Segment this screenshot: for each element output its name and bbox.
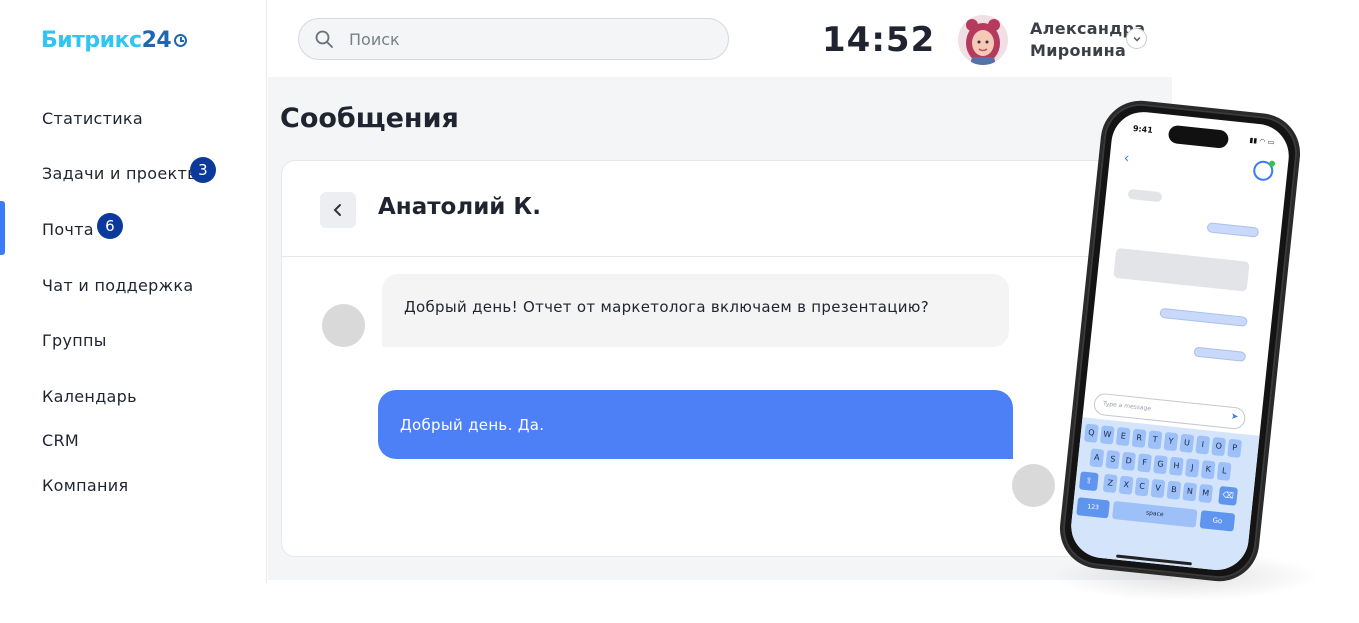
key: B bbox=[1166, 480, 1182, 500]
key: Q bbox=[1083, 423, 1099, 443]
key: N bbox=[1182, 482, 1198, 502]
logo[interactable]: Битрикс 24 bbox=[41, 28, 188, 53]
key: T bbox=[1147, 430, 1163, 450]
search-icon bbox=[315, 30, 333, 48]
phone-screen: 9:41 ▮▮ ◠ ▭ ‹ Type a message ➤ Q W E R T… bbox=[1068, 108, 1292, 574]
phone-keyboard: Q W E R T Y U I O P A S D F G H J K L ⇧ … bbox=[1068, 417, 1260, 574]
go-key: Go bbox=[1199, 510, 1236, 532]
key: J bbox=[1184, 458, 1200, 478]
key: K bbox=[1200, 460, 1216, 480]
sidebar-item-groups[interactable]: Группы bbox=[42, 331, 107, 350]
key: C bbox=[1134, 477, 1150, 497]
key: R bbox=[1131, 428, 1147, 448]
key: S bbox=[1105, 449, 1121, 470]
chat-header: Анатолий К. bbox=[282, 161, 1140, 257]
logo-suffix: 24 bbox=[141, 28, 172, 53]
sidebar-item-chat[interactable]: Чат и поддержка bbox=[42, 276, 193, 295]
key: F bbox=[1137, 453, 1152, 473]
key: L bbox=[1216, 461, 1232, 481]
phone-input-placeholder: Type a message bbox=[1102, 400, 1152, 413]
current-time: 14:52 bbox=[822, 20, 936, 60]
bot-avatar-icon bbox=[1252, 159, 1275, 182]
user-avatar[interactable] bbox=[958, 15, 1008, 65]
key: E bbox=[1115, 426, 1131, 447]
dynamic-island bbox=[1167, 124, 1230, 149]
signal-wifi-battery-icon: ▮▮ ◠ ▭ bbox=[1249, 136, 1275, 147]
mail-count-badge: 6 bbox=[97, 213, 123, 239]
sidebar-item-crm[interactable]: CRM bbox=[42, 431, 79, 450]
sidebar-item-tasks[interactable]: Задачи и проекты 3 bbox=[42, 157, 216, 183]
message-text: Добрый день! Отчет от маркетолога включа… bbox=[404, 298, 929, 316]
key: A bbox=[1089, 448, 1105, 468]
phone-message-placeholder bbox=[1113, 247, 1250, 292]
phone-message-placeholder bbox=[1206, 222, 1260, 238]
chat-card: Анатолий К. Добрый день! Отчет от маркет… bbox=[281, 160, 1141, 557]
key: M bbox=[1198, 483, 1214, 504]
key: Z bbox=[1102, 473, 1118, 494]
chevron-down-icon[interactable] bbox=[1126, 28, 1147, 49]
home-indicator bbox=[1116, 554, 1192, 566]
key: G bbox=[1153, 455, 1168, 475]
key: H bbox=[1168, 456, 1184, 476]
phone-back-icon: ‹ bbox=[1122, 150, 1131, 167]
sidebar-item-mail[interactable]: Почта 6 bbox=[42, 213, 123, 239]
key: X bbox=[1118, 475, 1134, 495]
phone-message-placeholder bbox=[1193, 346, 1247, 362]
phone-time: 9:41 bbox=[1132, 123, 1154, 135]
send-icon: ➤ bbox=[1230, 411, 1239, 423]
page-title: Сообщения bbox=[280, 103, 459, 134]
key: I bbox=[1195, 435, 1211, 455]
key: D bbox=[1121, 451, 1137, 471]
contact-avatar bbox=[322, 304, 365, 347]
logo-text: Битрикс bbox=[41, 28, 142, 53]
clock-logo-icon bbox=[174, 34, 188, 47]
key: O bbox=[1211, 436, 1227, 457]
sidebar-item-label: Компания bbox=[42, 476, 129, 495]
sidebar-item-calendar[interactable]: Календарь bbox=[42, 387, 137, 406]
sidebar: Битрикс 24 Статистика Задачи и проекты 3 … bbox=[0, 0, 267, 583]
phone-message-placeholder bbox=[1159, 307, 1248, 327]
sidebar-item-label: Группы bbox=[42, 331, 107, 350]
shift-key-icon: ⇧ bbox=[1078, 471, 1099, 492]
chevron-left-icon bbox=[333, 204, 341, 216]
sidebar-item-label: Календарь bbox=[42, 387, 137, 406]
contact-name: Анатолий К. bbox=[378, 194, 541, 220]
backspace-key-icon: ⌫ bbox=[1218, 485, 1238, 506]
active-nav-indicator bbox=[0, 201, 5, 255]
space-key: space bbox=[1112, 500, 1198, 528]
key: P bbox=[1227, 438, 1242, 458]
outgoing-message: Добрый день. Да. bbox=[378, 390, 1013, 459]
sidebar-item-label: Задачи и проекты bbox=[42, 164, 201, 183]
key: V bbox=[1150, 478, 1166, 499]
search-bar[interactable] bbox=[298, 18, 729, 60]
sidebar-item-label: Почта bbox=[42, 220, 94, 239]
tasks-count-badge: 3 bbox=[190, 157, 216, 183]
phone-message-placeholder bbox=[1127, 188, 1163, 203]
sidebar-item-statistics[interactable]: Статистика bbox=[42, 109, 143, 128]
key: U bbox=[1179, 433, 1195, 453]
search-input[interactable] bbox=[349, 29, 689, 49]
sidebar-item-label: Чат и поддержка bbox=[42, 276, 194, 295]
message-text: Добрый день. Да. bbox=[400, 416, 545, 434]
sidebar-item-company[interactable]: Компания bbox=[42, 476, 128, 495]
app-root: Битрикс 24 Статистика Задачи и проекты 3 … bbox=[0, 0, 1359, 623]
phone-illustration: 9:41 ▮▮ ◠ ▭ ‹ Type a message ➤ Q W E R T… bbox=[1040, 96, 1340, 616]
sidebar-item-label: CRM bbox=[42, 431, 79, 450]
numbers-key: 123 bbox=[1076, 497, 1110, 519]
back-button[interactable] bbox=[320, 192, 356, 228]
key: W bbox=[1099, 425, 1115, 445]
sidebar-item-label: Статистика bbox=[42, 109, 143, 128]
key: Y bbox=[1163, 431, 1179, 452]
phone-body: 9:41 ▮▮ ◠ ▭ ‹ Type a message ➤ Q W E R T… bbox=[1055, 96, 1305, 586]
incoming-message: Добрый день! Отчет от маркетолога включа… bbox=[382, 274, 1009, 347]
